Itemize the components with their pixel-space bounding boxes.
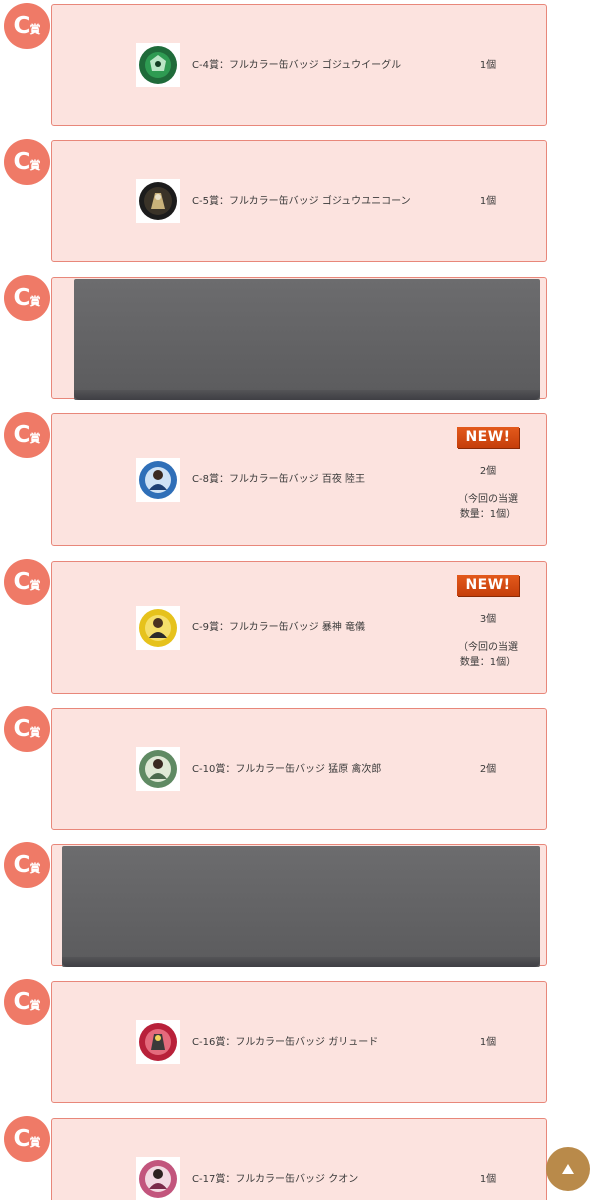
winning-quantity-note: （今回の当選数量：1個） [458,642,518,668]
badge-thumbnail-icon [136,179,180,223]
badge-thumbnail-icon [136,43,180,87]
prize-card: C-4賞：フルカラー缶バッジ ゴジュウイーグル 1個 [51,4,547,126]
grade-c-badge: C賞 [4,3,50,49]
prize-card: C-10賞：フルカラー缶バッジ 猛原 禽次郎 2個 [51,708,547,830]
grade-c-badge: C賞 [4,979,50,1025]
prize-quantity: 2個 [479,764,497,775]
grade-c-badge: C賞 [4,412,50,458]
prize-list-page: C賞 C-4賞：フルカラー缶バッジ ゴジュウイーグル 1個 C賞 C-5賞：フル… [0,0,603,1200]
prize-name: C-10賞：フルカラー缶バッジ 猛原 禽次郎 [192,764,382,775]
winning-quantity-note: （今回の当選数量：1個） [458,494,518,520]
prize-card: C-9賞：フルカラー缶バッジ 暴神 竜儀 NEW! 3個 （今回の当選数量：1個… [51,561,547,694]
loading-image-placeholder [62,846,540,967]
grade-c-badge: C賞 [4,706,50,752]
prize-quantity: 1個 [479,1174,497,1185]
triangle-up-icon [562,1164,574,1174]
grade-c-badge: C賞 [4,559,50,605]
grade-c-badge: C賞 [4,139,50,185]
prize-card: C-16賞：フルカラー缶バッジ ガリュード 1個 [51,981,547,1103]
prize-card: C-5賞：フルカラー缶バッジ ゴジュウユニコーン 1個 [51,140,547,262]
new-badge: NEW! [457,427,519,448]
scroll-to-top-button[interactable] [546,1147,590,1191]
loading-image-placeholder [74,279,540,400]
prize-name: C-4賞：フルカラー缶バッジ ゴジュウイーグル [192,60,402,71]
prize-quantity: 1個 [479,60,497,71]
grade-c-badge: C賞 [4,275,50,321]
new-badge: NEW! [457,575,519,596]
prize-name: C-5賞：フルカラー缶バッジ ゴジュウユニコーン [192,196,411,207]
grade-c-badge: C賞 [4,842,50,888]
prize-quantity: NEW! 3個 （今回の当選数量：1個） [457,575,519,668]
prize-name: C-9賞：フルカラー缶バッジ 暴神 竜儀 [192,622,366,633]
badge-thumbnail-icon [136,606,180,650]
prize-name: C-16賞：フルカラー缶バッジ ガリュード [192,1037,379,1048]
prize-card: C-17賞：フルカラー缶バッジ クオン 1個 [51,1118,547,1200]
badge-thumbnail-icon [136,1020,180,1064]
badge-thumbnail-icon [136,747,180,791]
prize-name: C-17賞：フルカラー缶バッジ クオン [192,1174,359,1185]
prize-quantity: NEW! 2個 （今回の当選数量：1個） [457,427,519,520]
prize-quantity: 1個 [479,1037,497,1048]
prize-name: C-8賞：フルカラー缶バッジ 百夜 陸王 [192,474,366,485]
prize-quantity: 1個 [479,196,497,207]
badge-thumbnail-icon [136,1157,180,1200]
grade-c-badge: C賞 [4,1116,50,1162]
prize-card: C-8賞：フルカラー缶バッジ 百夜 陸王 NEW! 2個 （今回の当選数量：1個… [51,413,547,546]
badge-thumbnail-icon [136,458,180,502]
